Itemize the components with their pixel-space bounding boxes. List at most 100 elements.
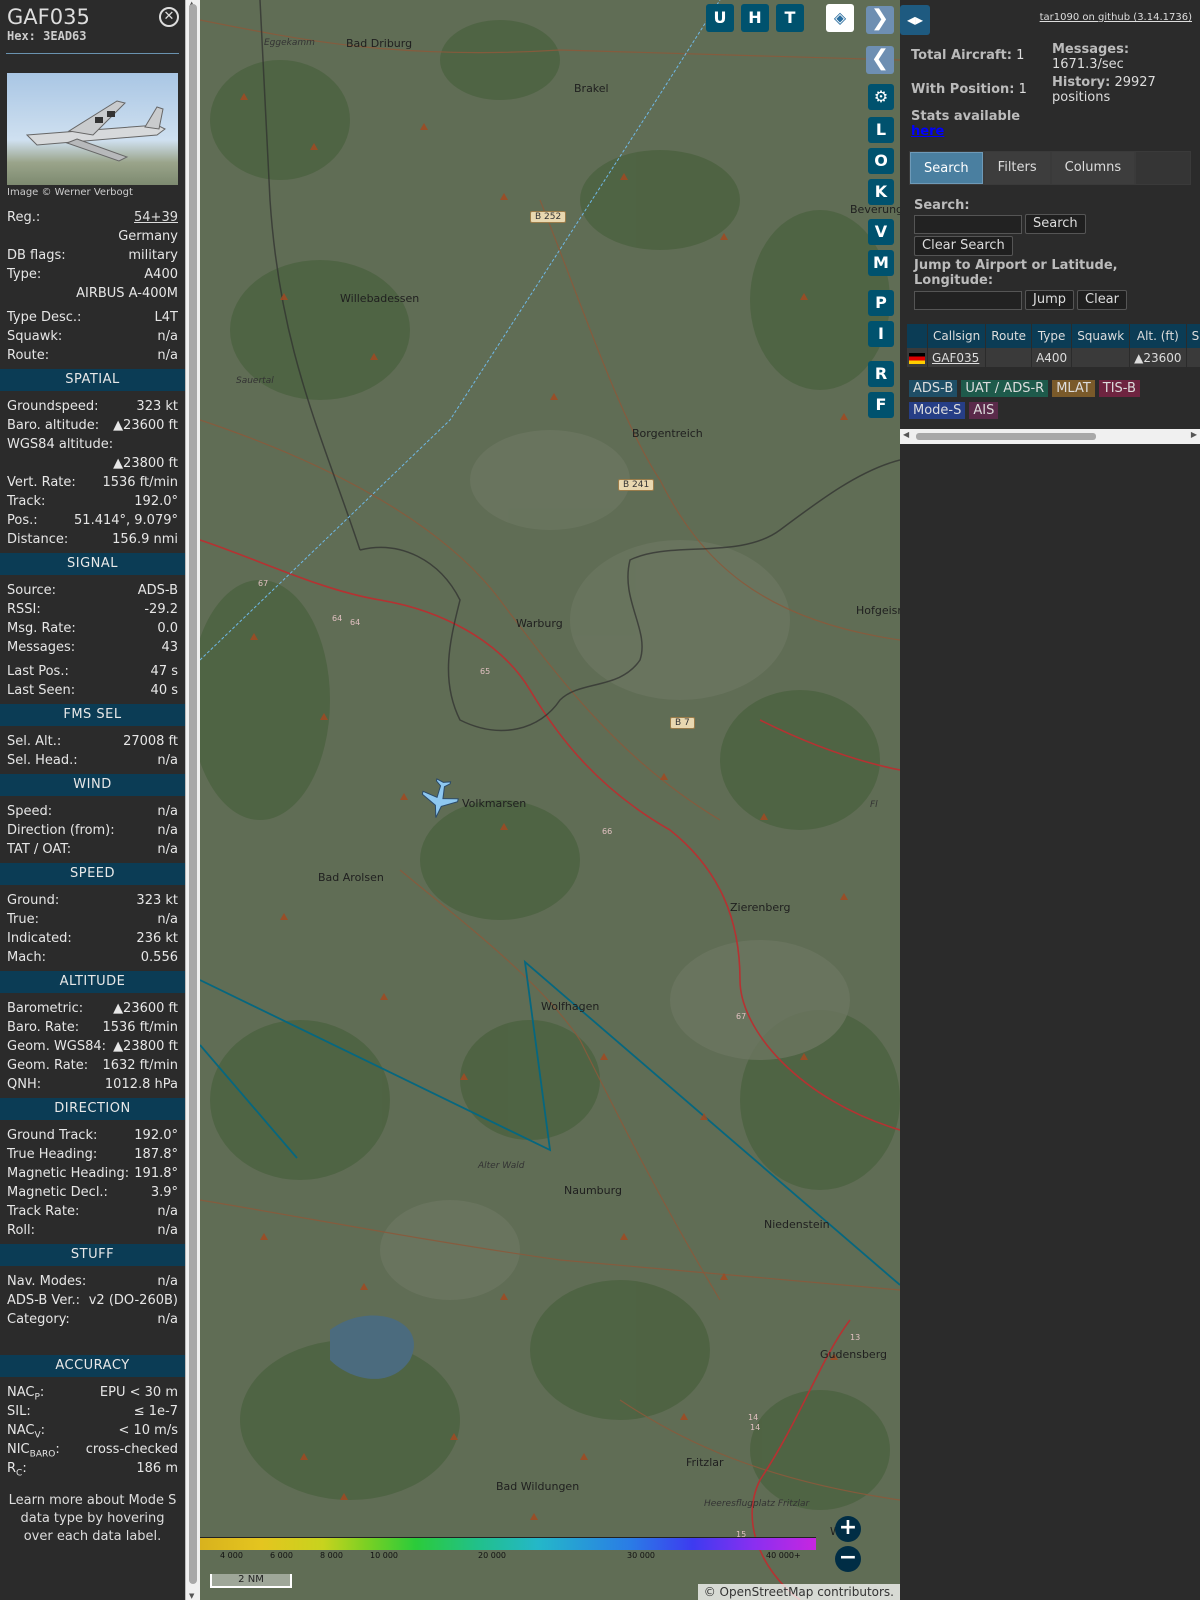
column-altitude[interactable]: Alt. (ft) — [1129, 324, 1187, 348]
altitude-tick-label: 40 000+ — [766, 1551, 801, 1560]
info-label[interactable]: Reg.: — [7, 208, 40, 227]
spatial-label[interactable]: Track: — [7, 492, 45, 511]
signal-label[interactable]: RSSI: — [7, 600, 41, 619]
jump-button[interactable]: Jump — [1025, 290, 1074, 310]
direction-label[interactable]: True Heading: — [7, 1145, 97, 1164]
signal-label[interactable]: Last Seen: — [7, 681, 75, 700]
altitude-label[interactable]: QNH: — [7, 1075, 41, 1094]
map-canvas[interactable]: Bad Driburg Brakel Willebadessen Borgentrei… — [200, 0, 900, 1600]
spatial-label[interactable]: Baro. altitude: — [7, 416, 99, 435]
info-panel-scrollbar[interactable]: ▲ ▼ — [185, 0, 200, 1600]
sidebar-toggle-icon[interactable]: ◂▸ — [900, 5, 930, 35]
info-label[interactable]: Route: — [7, 346, 49, 365]
table-horizontal-scrollbar[interactable]: ◀ ▶ — [900, 429, 1200, 444]
info-label[interactable]: Type: — [7, 265, 41, 284]
stats-link[interactable]: here — [911, 124, 944, 139]
map-button-i[interactable]: I — [868, 321, 894, 347]
tab-filters[interactable]: Filters — [984, 152, 1050, 184]
map-button-v[interactable]: V — [868, 219, 894, 245]
map-button-h[interactable]: H — [741, 4, 769, 32]
jump-input[interactable] — [914, 290, 1022, 310]
section-speed: SPEED — [0, 863, 185, 885]
signal-label[interactable]: Messages: — [7, 638, 75, 657]
speed-label[interactable]: True: — [7, 910, 39, 929]
spatial-label[interactable]: Groundspeed: — [7, 397, 98, 416]
altitude-label[interactable]: Geom. WGS84: — [7, 1037, 106, 1056]
clear-search-button[interactable]: Clear Search — [914, 236, 1013, 256]
wind-label[interactable]: TAT / OAT: — [7, 840, 71, 859]
signal-label[interactable]: Msg. Rate: — [7, 619, 76, 638]
altitude-label[interactable]: Geom. Rate: — [7, 1056, 88, 1075]
registration-link[interactable]: 54+39 — [134, 210, 178, 225]
scrollbar-thumb[interactable] — [189, 4, 197, 1584]
direction-label[interactable]: Roll: — [7, 1221, 35, 1240]
map-button-o[interactable]: O — [868, 148, 894, 174]
column-squawk[interactable]: Squawk — [1071, 324, 1131, 348]
scroll-right-icon[interactable]: ▶ — [1191, 430, 1197, 439]
spatial-label[interactable]: Distance: — [7, 530, 68, 549]
row-callsign[interactable]: GAF035 — [927, 348, 987, 367]
chevron-right-icon[interactable]: ❯ — [866, 6, 894, 34]
spatial-label[interactable]: WGS84 altitude: — [7, 435, 113, 454]
hscroll-thumb[interactable] — [916, 433, 1096, 440]
altitude-label[interactable]: Barometric: — [7, 999, 83, 1018]
zoom-in-button[interactable]: + — [835, 1516, 861, 1542]
signal-label[interactable]: Source: — [7, 581, 56, 600]
github-link[interactable]: tar1090 on github (3.14.1736) — [1040, 12, 1192, 23]
direction-label[interactable]: Magnetic Decl.: — [7, 1183, 108, 1202]
fms-label[interactable]: Sel. Head.: — [7, 751, 78, 770]
map-button-m[interactable]: M — [868, 250, 894, 276]
chevron-left-icon[interactable]: ❮ — [866, 46, 894, 74]
row-callsign-link[interactable]: GAF035 — [932, 351, 979, 365]
column-type[interactable]: Type — [1031, 324, 1073, 348]
info-row: Type Desc.: L4T — [0, 308, 185, 327]
direction-label[interactable]: Track Rate: — [7, 1202, 79, 1221]
nicbaro-label: NIC — [7, 1442, 30, 1457]
column-callsign[interactable]: Callsign — [927, 324, 987, 348]
wind-label[interactable]: Direction (from): — [7, 821, 115, 840]
close-icon[interactable]: ✕ — [159, 7, 179, 27]
map-button-l[interactable]: L — [868, 117, 894, 143]
wind-label[interactable]: Speed: — [7, 802, 52, 821]
info-label[interactable]: DB flags: — [7, 246, 66, 265]
scroll-left-icon[interactable]: ◀ — [903, 430, 909, 439]
search-button[interactable]: Search — [1025, 214, 1086, 234]
rc-row: RC: 186 m — [7, 1461, 178, 1479]
map-button-f[interactable]: F — [868, 392, 894, 418]
info-label[interactable]: Type Desc.: — [7, 308, 81, 327]
stuff-label[interactable]: Nav. Modes: — [7, 1272, 86, 1291]
column-speed[interactable]: Spd — [1186, 324, 1200, 348]
clear-jump-button[interactable]: Clear — [1077, 290, 1127, 310]
aircraft-photo[interactable] — [7, 73, 178, 185]
speed-label[interactable]: Mach: — [7, 948, 46, 967]
direction-label[interactable]: Magnetic Heading: — [7, 1164, 129, 1183]
map-button-p[interactable]: P — [868, 290, 894, 316]
table-row[interactable]: GAF035 A400 ▲23600 — [907, 348, 1200, 367]
map-button-k[interactable]: K — [868, 179, 894, 205]
altitude-label[interactable]: Baro. Rate: — [7, 1018, 79, 1037]
speed-label[interactable]: Ground: — [7, 891, 59, 910]
info-label[interactable]: Squawk: — [7, 327, 62, 346]
stuff-label[interactable]: Category: — [7, 1310, 70, 1329]
selected-callsign: GAF035 — [7, 5, 90, 29]
nacp-label: NAC — [7, 1385, 35, 1400]
gear-icon[interactable]: ⚙ — [868, 84, 894, 110]
stuff-label[interactable]: ADS-B Ver.: — [7, 1291, 80, 1310]
signal-label[interactable]: Last Pos.: — [7, 662, 69, 681]
direction-label[interactable]: Ground Track: — [7, 1126, 97, 1145]
layers-icon[interactable]: ◈ — [826, 4, 854, 32]
map-button-r[interactable]: R — [868, 361, 894, 387]
tab-search[interactable]: Search — [910, 152, 983, 184]
map-button-u[interactable]: U — [706, 4, 734, 32]
zoom-out-button[interactable]: − — [835, 1546, 861, 1572]
search-input[interactable] — [914, 214, 1022, 234]
map-button-t[interactable]: T — [776, 4, 804, 32]
spatial-label[interactable]: Pos.: — [7, 511, 38, 530]
scroll-down-icon[interactable]: ▼ — [189, 1592, 194, 1600]
tab-columns[interactable]: Columns — [1051, 152, 1135, 184]
speed-label[interactable]: Indicated: — [7, 929, 72, 948]
map-attribution[interactable]: © OpenStreetMap contributors. — [697, 1584, 900, 1600]
fms-label[interactable]: Sel. Alt.: — [7, 732, 61, 751]
column-route[interactable]: Route — [985, 324, 1033, 348]
spatial-label[interactable]: Vert. Rate: — [7, 473, 76, 492]
